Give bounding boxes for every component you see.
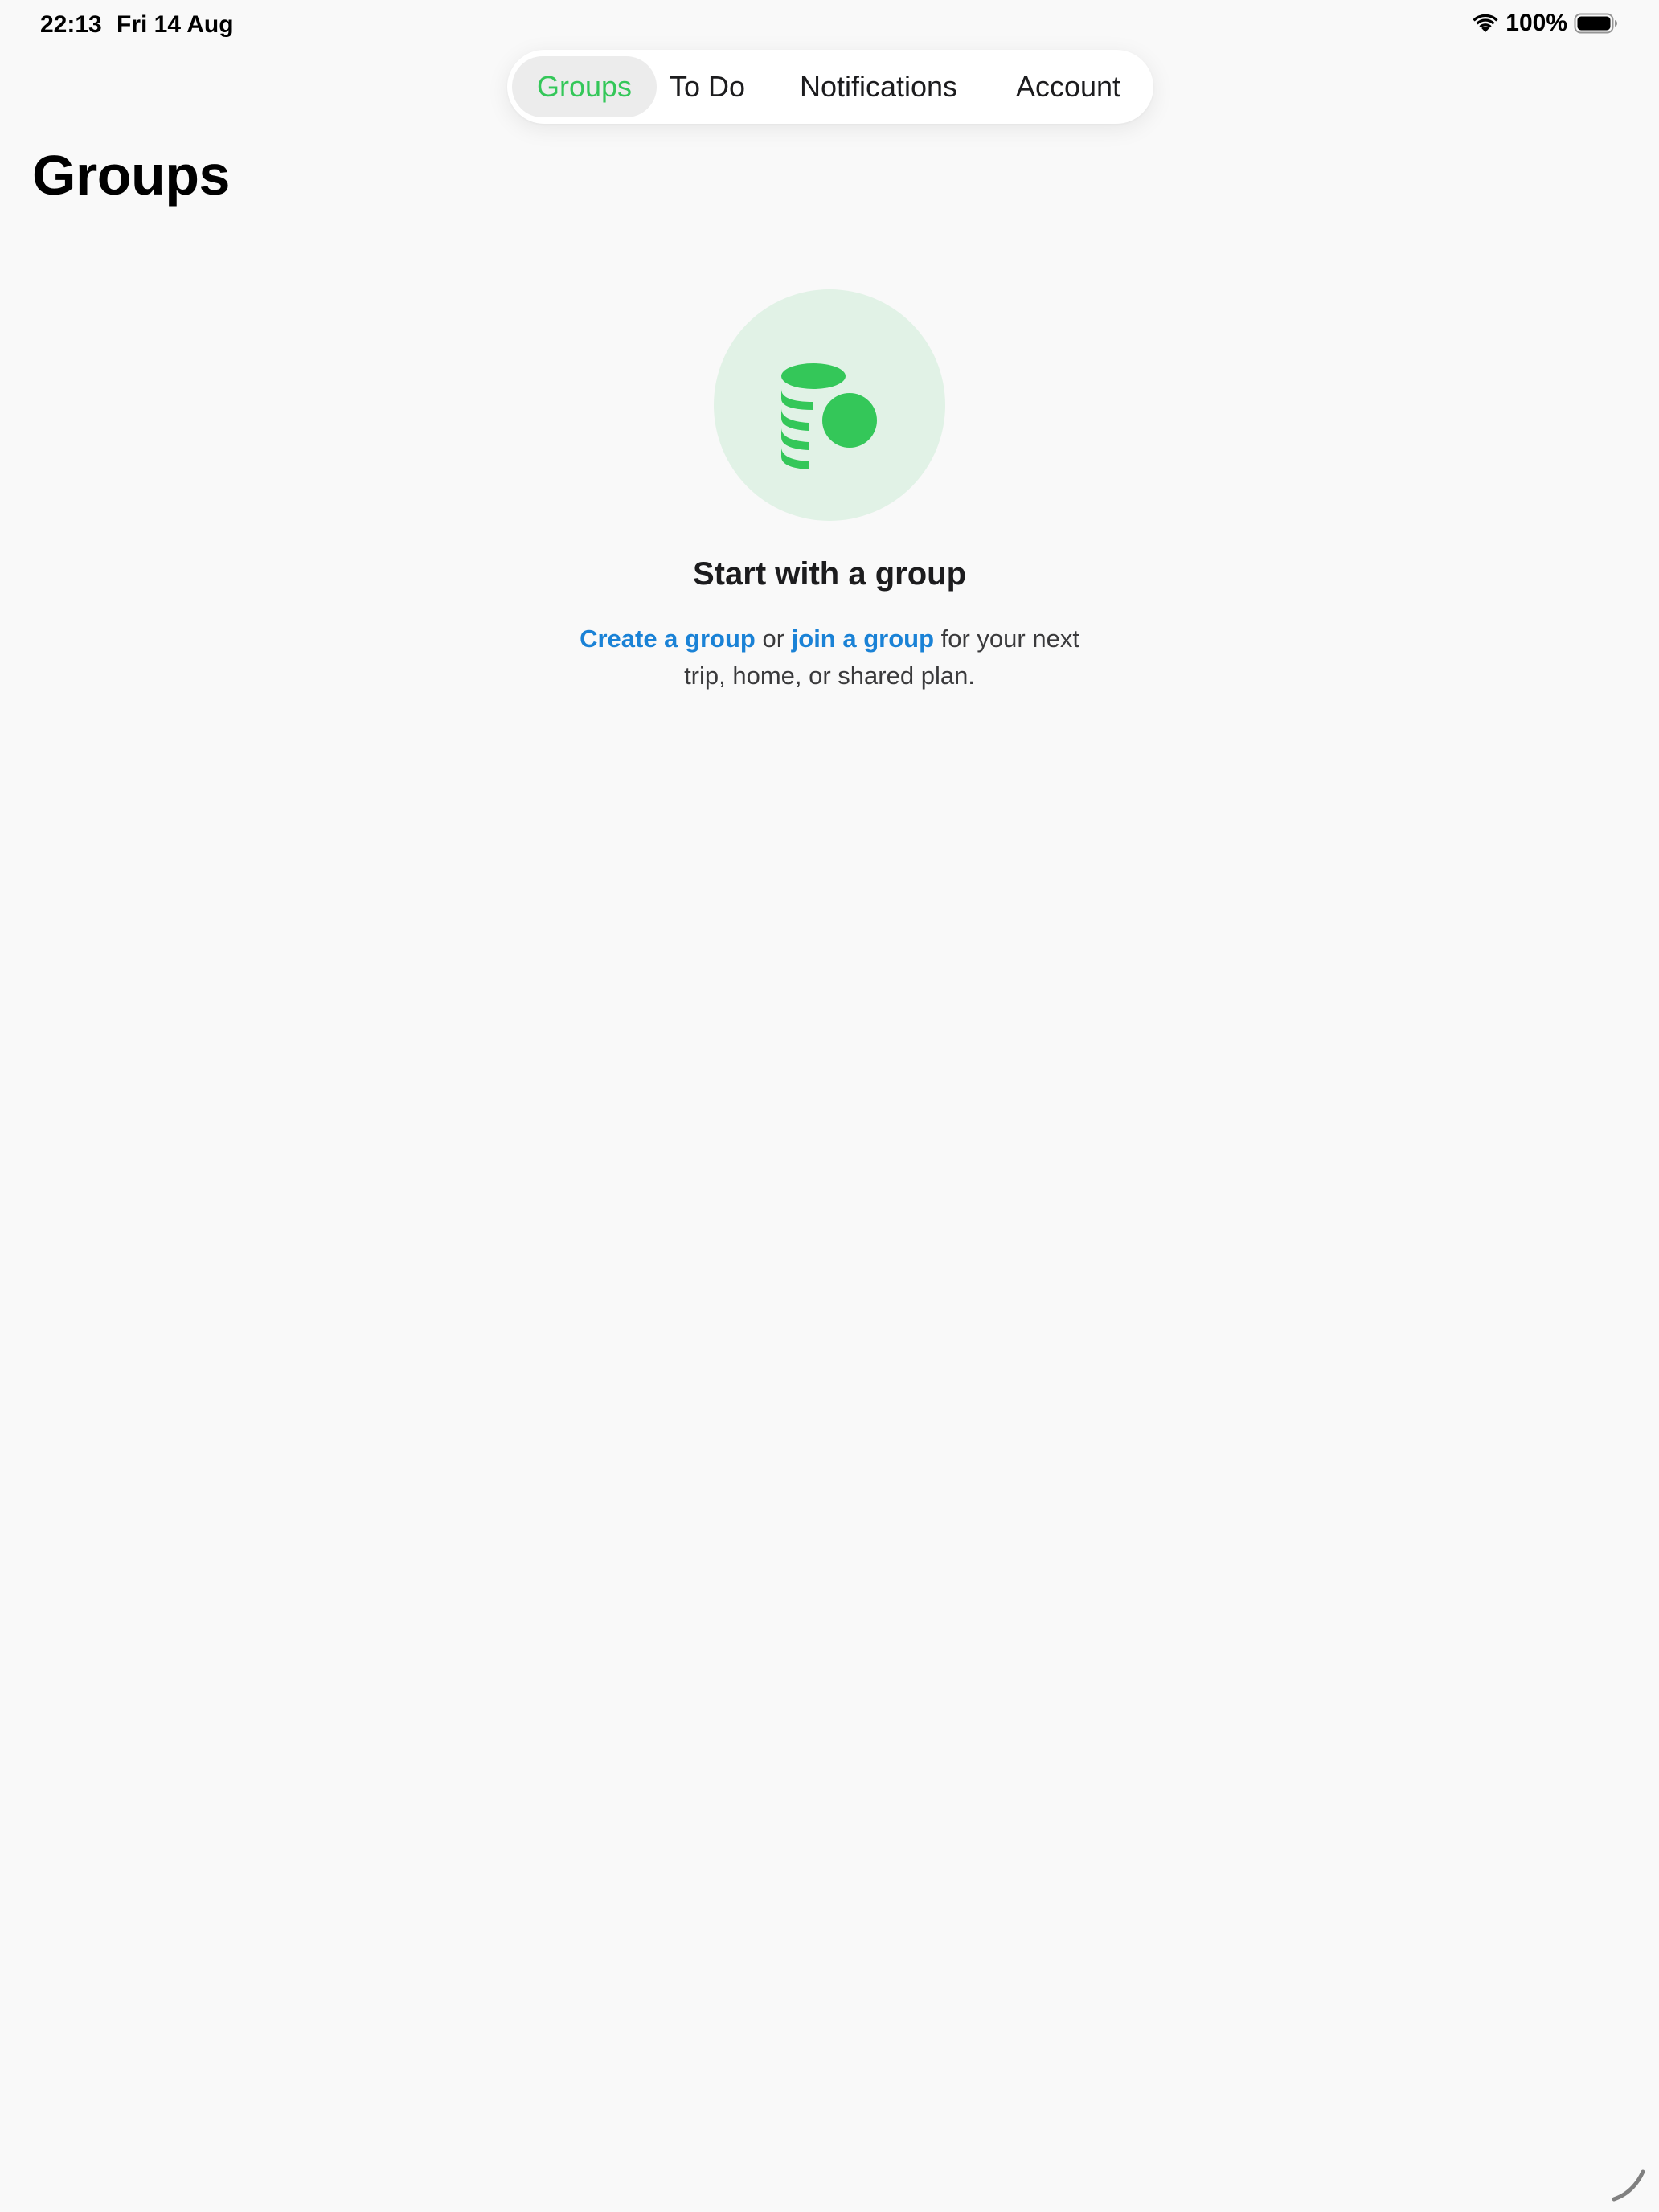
or-text: or <box>755 625 792 653</box>
empty-state-description: Create a group or join a group for your … <box>572 621 1087 694</box>
page-title: Groups <box>32 144 230 207</box>
status-date: Fri 14 Aug <box>117 11 234 38</box>
tab-to-do[interactable]: To Do <box>663 56 752 117</box>
status-time: 22:13 <box>40 11 102 38</box>
top-tab-bar: Groups To Do Notifications Account <box>507 50 1153 124</box>
wifi-icon <box>1473 14 1498 32</box>
tab-notifications[interactable]: Notifications <box>792 56 965 117</box>
battery-full-icon <box>1574 13 1617 34</box>
tab-account[interactable]: Account <box>1004 56 1133 117</box>
battery-percent: 100% <box>1505 10 1567 36</box>
coins-icon <box>781 363 883 469</box>
empty-state-title: Start with a group <box>693 556 966 592</box>
resize-handle-icon[interactable] <box>1609 2164 1648 2202</box>
empty-state-icon-badge <box>714 289 945 521</box>
tab-groups[interactable]: Groups <box>512 56 657 117</box>
create-group-link[interactable]: Create a group <box>580 625 756 653</box>
status-indicators: 100% <box>1472 10 1619 37</box>
join-group-link[interactable]: join a group <box>792 625 934 653</box>
status-bar: 22:13 Fri 14 Aug 100% <box>0 0 1659 51</box>
